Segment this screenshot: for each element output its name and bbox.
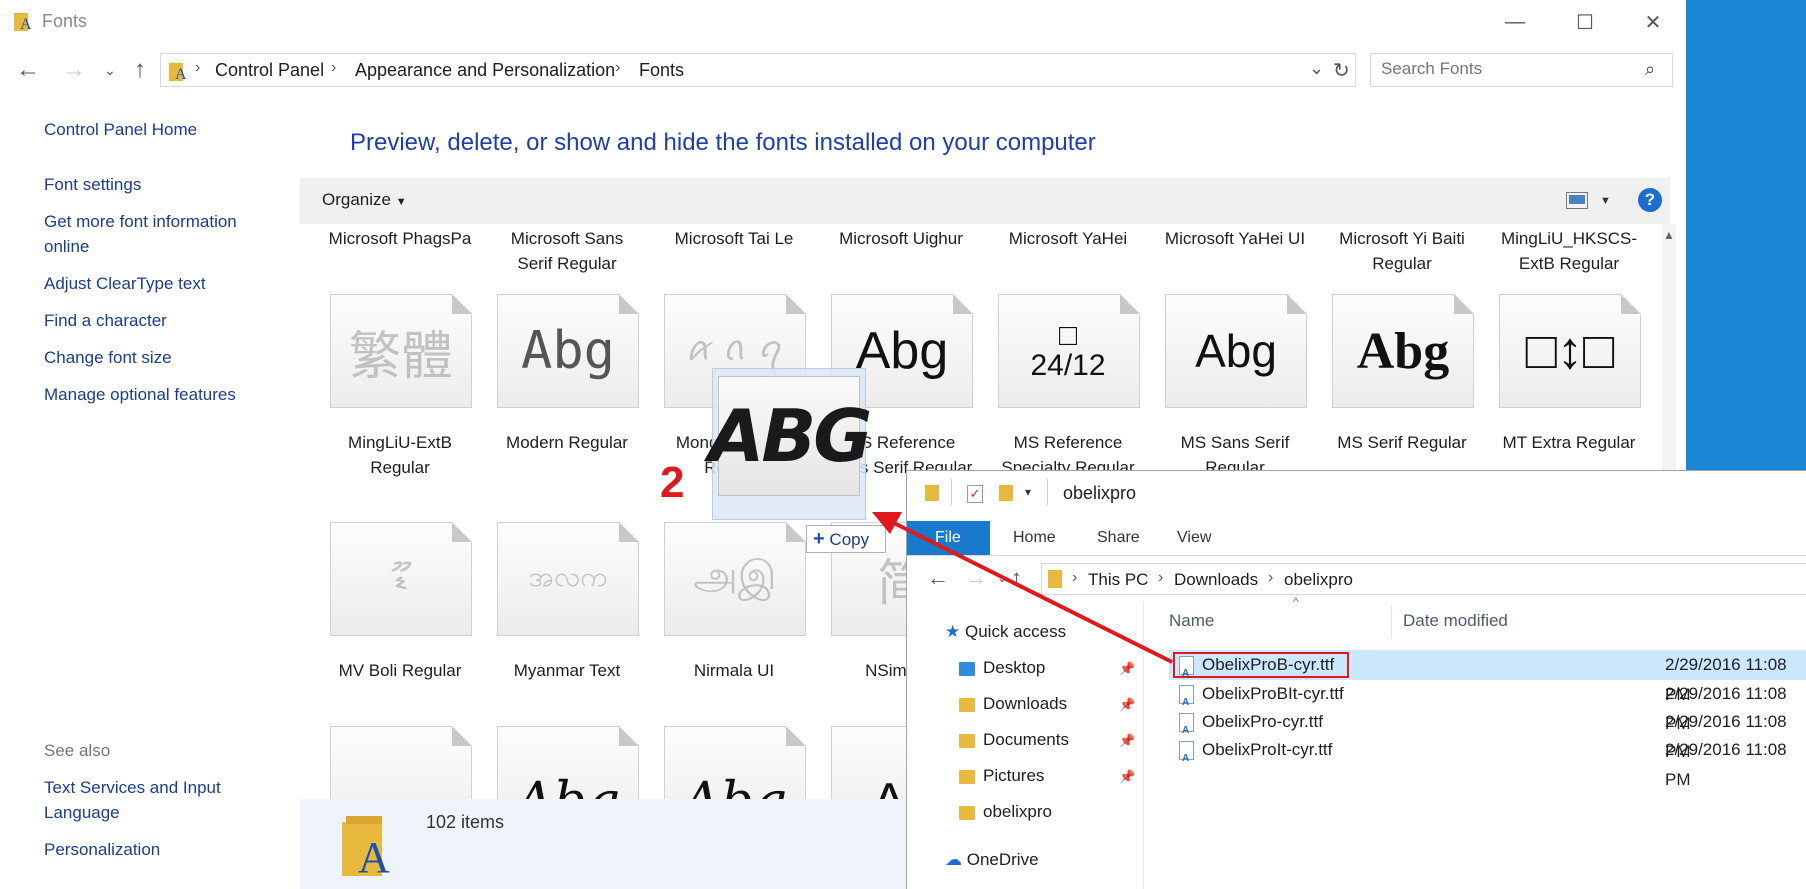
drag-arrow-annotation	[872, 512, 1173, 664]
